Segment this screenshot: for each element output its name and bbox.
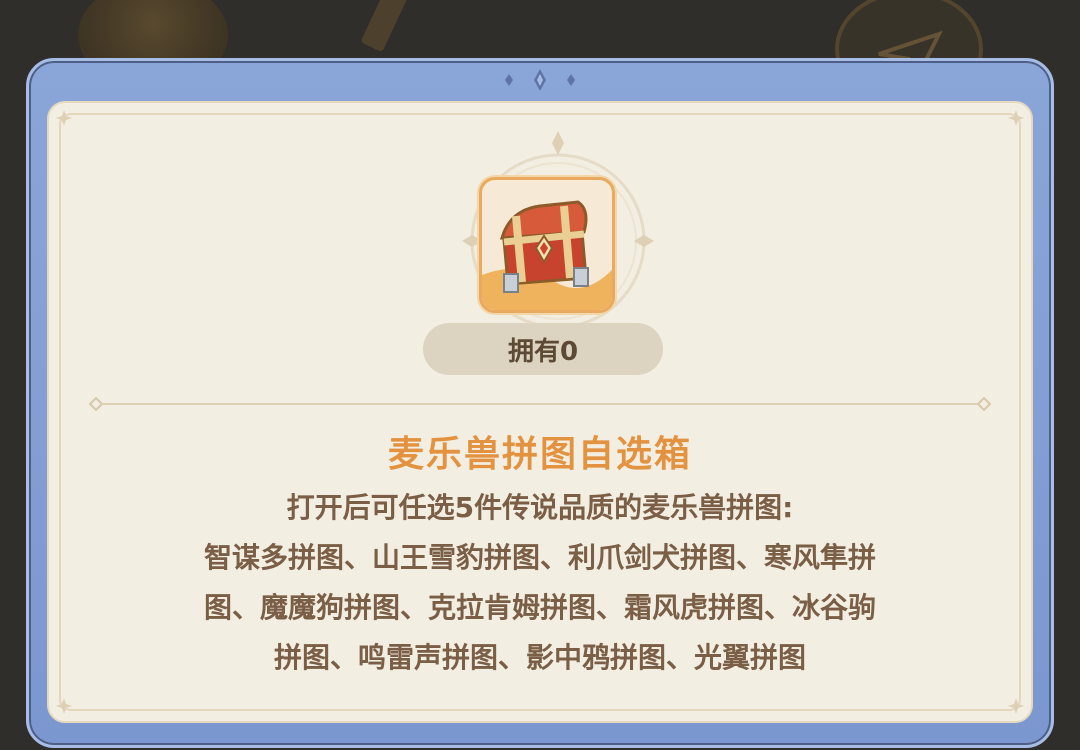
sparkle-ornament-icon: [505, 69, 575, 91]
corner-sparkle-icon: [56, 698, 72, 714]
owned-count-badge: 拥有0: [423, 323, 663, 375]
item-name-title: 麦乐兽拼图自选箱: [387, 434, 692, 475]
description-line: 图、魔魔狗拼图、克拉肯姆拼图、霜风虎拼图、冰谷驹: [203, 591, 876, 624]
treasure-chest-icon: [482, 200, 612, 310]
item-icon-card: [479, 177, 615, 313]
dialog-content-panel: 拥有0 麦乐兽拼图自选箱 打开后可任选5件传说品质的麦乐兽拼图: 智谋多拼图、山…: [47, 101, 1033, 723]
item-description: 打开后可任选5件传说品质的麦乐兽拼图: 智谋多拼图、山王雪豹拼图、利爪剑犬拼图、…: [129, 483, 951, 683]
corner-sparkle-icon: [1008, 110, 1024, 126]
corner-sparkle-icon: [1008, 698, 1024, 714]
background-stick-decoration: [360, 0, 408, 53]
corner-sparkle-icon: [56, 110, 72, 126]
description-line: 拼图、鸣雷声拼图、影中鸦拼图、光翼拼图: [273, 641, 806, 674]
description-line: 智谋多拼图、山王雪豹拼图、利爪剑犬拼图、寒风隼拼: [203, 541, 876, 574]
divider-diamond-icon: [977, 397, 991, 411]
section-divider: [101, 403, 979, 405]
description-line: 打开后可任选5件传说品质的麦乐兽拼图:: [286, 491, 794, 524]
item-detail-dialog: 拥有0 麦乐兽拼图自选箱 打开后可任选5件传说品质的麦乐兽拼图: 智谋多拼图、山…: [26, 58, 1054, 748]
